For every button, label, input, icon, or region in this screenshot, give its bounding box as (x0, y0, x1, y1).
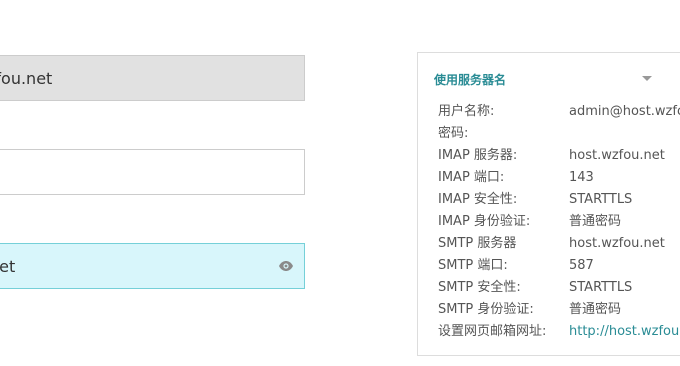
password-input[interactable]: net (0, 243, 305, 289)
settings-value: STARTTLS (569, 280, 633, 295)
settings-value: host.wzfou.net (569, 148, 665, 163)
settings-label: SMTP 安全性: (438, 280, 521, 295)
settings-value: admin@host.wzfo (569, 104, 680, 119)
settings-value: 143 (569, 170, 594, 185)
settings-label: SMTP 身份验证: (438, 302, 534, 317)
hostname-field-value: zfou.net (0, 68, 53, 88)
settings-value: 587 (569, 258, 594, 273)
settings-row: 设置网页邮箱网址: http://host.wzfou.n (438, 321, 680, 343)
settings-value: host.wzfou.net (569, 236, 665, 251)
password-input-value: net (0, 256, 16, 276)
server-settings-panel: 使用服务器名 用户名称: admin@host.wzfo 密码: IMAP 服务… (417, 52, 680, 356)
settings-row: SMTP 身份验证: 普通密码 (438, 299, 680, 321)
settings-label: IMAP 安全性: (438, 192, 518, 207)
settings-value: 普通密码 (569, 214, 622, 229)
text-input[interactable] (0, 149, 305, 195)
settings-value: 普通密码 (569, 302, 622, 317)
hostname-field-readonly: zfou.net (0, 55, 305, 101)
settings-label: SMTP 服务器 (438, 236, 517, 251)
settings-label: IMAP 服务器: (438, 148, 518, 163)
caret-down-icon[interactable] (642, 76, 652, 81)
settings-row: IMAP 端口: 143 (438, 167, 680, 189)
eye-icon[interactable] (278, 258, 294, 274)
settings-label: IMAP 身份验证: (438, 214, 531, 229)
settings-value: STARTTLS (569, 192, 633, 207)
settings-row: SMTP 端口: 587 (438, 255, 680, 277)
settings-label: IMAP 端口: (438, 170, 505, 185)
settings-label: 用户名称: (438, 104, 495, 119)
settings-row: SMTP 安全性: STARTTLS (438, 277, 680, 299)
settings-label: 密码: (438, 126, 469, 141)
settings-row: IMAP 身份验证: 普通密码 (438, 211, 680, 233)
settings-list: 用户名称: admin@host.wzfo 密码: IMAP 服务器: host… (438, 101, 680, 343)
settings-row: SMTP 服务器 host.wzfou.net (438, 233, 680, 255)
webmail-url-link[interactable]: http://host.wzfou.n (569, 321, 680, 343)
settings-label: 设置网页邮箱网址: (438, 324, 547, 339)
settings-row: IMAP 安全性: STARTTLS (438, 189, 680, 211)
panel-header-use-server-name[interactable]: 使用服务器名 (434, 71, 506, 88)
settings-row: 用户名称: admin@host.wzfo (438, 101, 680, 123)
settings-label: SMTP 端口: (438, 258, 508, 273)
settings-row: IMAP 服务器: host.wzfou.net (438, 145, 680, 167)
settings-row: 密码: (438, 123, 680, 145)
